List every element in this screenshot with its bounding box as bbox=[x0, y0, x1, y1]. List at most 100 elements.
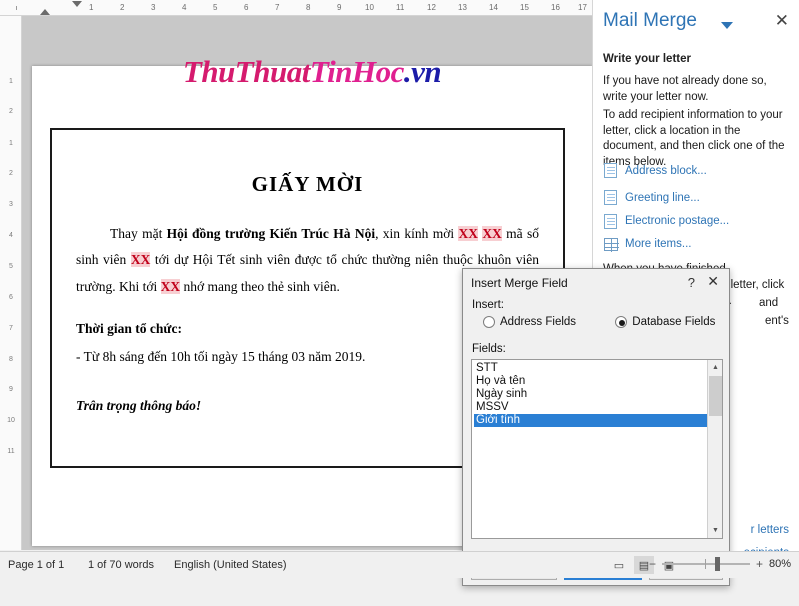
more-items-icon bbox=[604, 238, 620, 252]
radio-database-fields-dot[interactable] bbox=[615, 316, 628, 328]
watermark-part2: TinHoc bbox=[309, 54, 405, 89]
scroll-down-icon[interactable]: ▼ bbox=[708, 523, 723, 538]
pane-bottom-link-1[interactable]: r letters bbox=[751, 524, 789, 536]
address-block-icon bbox=[604, 163, 620, 178]
merge-field-3[interactable]: XX bbox=[130, 252, 151, 268]
status-bar: Page 1 of 1 1 of 70 words English (Unite… bbox=[0, 551, 799, 578]
para-post: nhớ mang theo thẻ sinh viên. bbox=[180, 278, 340, 294]
ruler-tick: 15 bbox=[520, 3, 529, 12]
pane-link-more-items[interactable]: More items... bbox=[625, 237, 795, 252]
status-language[interactable]: English (United States) bbox=[174, 559, 287, 571]
watermark-part1: ThuThuat bbox=[182, 54, 310, 89]
merge-field-1[interactable]: XX bbox=[458, 225, 478, 241]
pane-obscured-text-3: ent's bbox=[765, 315, 789, 327]
pane-link-greeting-line[interactable]: Greeting line... bbox=[625, 191, 795, 206]
ruler-tick: 9 bbox=[337, 3, 342, 12]
zoom-control: − + 80% bbox=[649, 557, 791, 571]
zoom-in-button[interactable]: + bbox=[756, 557, 763, 571]
ruler-tick: 3 bbox=[151, 3, 156, 12]
zoom-slider-knob[interactable] bbox=[714, 557, 720, 571]
ruler-tick: 10 bbox=[365, 3, 374, 12]
scroll-up-icon[interactable]: ▲ bbox=[708, 360, 723, 375]
vruler-tick: 3 bbox=[9, 201, 13, 208]
dialog-titlebar[interactable]: Insert Merge Field ? ✕ bbox=[463, 269, 729, 297]
status-page[interactable]: Page 1 of 1 bbox=[8, 559, 64, 571]
ruler-tick: 11 bbox=[396, 3, 405, 12]
ruler-tick: 6 bbox=[244, 3, 249, 12]
fields-label: Fields: bbox=[472, 343, 506, 355]
para-pre: Thay mặt bbox=[110, 225, 167, 241]
radio-database-fields[interactable]: Database Fields bbox=[615, 316, 715, 328]
pane-link-electronic-postage[interactable]: Electronic postage... bbox=[625, 214, 795, 229]
dialog-close-icon[interactable]: ✕ bbox=[707, 273, 719, 289]
watermark-part3: .vn bbox=[403, 54, 442, 89]
document-title: GIẤY MỜI bbox=[251, 172, 364, 196]
fields-listbox[interactable]: STT Họ và tên Ngày sinh MSSV Giới tính ▲… bbox=[471, 359, 723, 539]
merge-field-4[interactable]: XX bbox=[160, 278, 181, 294]
ruler-tick: 2 bbox=[120, 3, 125, 12]
ruler-tick: 12 bbox=[427, 3, 436, 12]
vruler-tick: 11 bbox=[7, 448, 15, 455]
insert-source-radio-group: Address Fields Database Fields bbox=[483, 316, 723, 332]
scrollbar-thumb[interactable] bbox=[709, 376, 722, 416]
first-line-indent-marker[interactable] bbox=[72, 1, 82, 7]
ruler-tick: 13 bbox=[458, 3, 467, 12]
vruler-tick: 6 bbox=[9, 294, 13, 301]
vruler-tick: 1 bbox=[9, 78, 13, 85]
list-item-selected[interactable]: Giới tính bbox=[474, 414, 707, 427]
read-mode-icon[interactable]: ▭ bbox=[609, 556, 629, 574]
ruler-tick: 8 bbox=[306, 3, 311, 12]
status-words[interactable]: 1 of 70 words bbox=[88, 559, 154, 571]
ruler-tick: 5 bbox=[213, 3, 218, 12]
list-item[interactable]: STT bbox=[474, 362, 707, 375]
pane-title: Mail Merge bbox=[603, 10, 697, 31]
vruler-tick: 2 bbox=[9, 108, 13, 115]
vruler-tick: 7 bbox=[9, 325, 13, 332]
zoom-slider[interactable] bbox=[661, 557, 750, 571]
radio-address-fields-dot[interactable] bbox=[483, 316, 495, 328]
pane-section-heading: Write your letter bbox=[603, 53, 691, 65]
greeting-line-icon bbox=[604, 190, 620, 205]
vruler-tick: 1 bbox=[9, 140, 13, 147]
ruler-tick: 4 bbox=[182, 3, 187, 12]
merge-field-2[interactable]: XX bbox=[482, 225, 502, 241]
list-item[interactable]: Họ và tên bbox=[474, 375, 707, 388]
insert-label: Insert: bbox=[472, 299, 504, 311]
para-mid1: , xin kính mời bbox=[375, 225, 459, 241]
vruler-tick: 10 bbox=[7, 417, 15, 424]
radio-address-fields-label: Address Fields bbox=[500, 316, 577, 328]
pane-obscured-text-2: and bbox=[759, 297, 779, 309]
help-icon[interactable]: ? bbox=[688, 275, 695, 290]
radio-database-fields-label: Database Fields bbox=[632, 316, 716, 328]
ruler-tick: 7 bbox=[275, 3, 280, 12]
left-indent-marker[interactable] bbox=[40, 9, 50, 15]
ruler-tick: 1 bbox=[89, 3, 94, 12]
fields-scrollbar[interactable]: ▲ ▼ bbox=[707, 360, 722, 538]
vruler-tick: 9 bbox=[9, 386, 13, 393]
radio-address-fields[interactable]: Address Fields bbox=[483, 316, 576, 328]
para-bold-org: Hội đồng trường Kiến Trúc Hà Nội bbox=[166, 225, 376, 241]
vruler-tick: 2 bbox=[9, 170, 13, 177]
pane-help-text-1: If you have not already done so, write y… bbox=[603, 75, 767, 103]
watermark: ThuThuatTinHoc.vn bbox=[32, 54, 592, 90]
zoom-level[interactable]: 80% bbox=[769, 558, 791, 570]
ruler-tick: 14 bbox=[489, 3, 498, 12]
zoom-out-button[interactable]: − bbox=[649, 557, 656, 571]
pane-help-text-2: To add recipient information to your let… bbox=[603, 109, 785, 168]
word-window: 1 2 3 4 5 6 7 8 9 10 11 12 13 14 15 16 1… bbox=[0, 0, 799, 606]
close-icon[interactable]: ✕ bbox=[775, 12, 789, 29]
insert-merge-field-dialog: Insert Merge Field ? ✕ Insert: Address F… bbox=[462, 268, 730, 586]
chevron-down-icon[interactable] bbox=[721, 22, 733, 29]
vruler-tick: 4 bbox=[9, 232, 13, 239]
ruler-tick: 17 bbox=[578, 3, 587, 12]
fields-list[interactable]: STT Họ và tên Ngày sinh MSSV Giới tính bbox=[472, 360, 707, 427]
dialog-title: Insert Merge Field bbox=[471, 276, 568, 290]
list-item[interactable]: Ngày sinh bbox=[474, 388, 707, 401]
electronic-postage-icon bbox=[604, 214, 620, 229]
list-item[interactable]: MSSV bbox=[474, 401, 707, 414]
pane-link-address-block[interactable]: Address block... bbox=[625, 164, 795, 179]
vruler-tick: 8 bbox=[9, 356, 13, 363]
horizontal-ruler[interactable]: 1 2 3 4 5 6 7 8 9 10 11 12 13 14 15 16 1… bbox=[0, 0, 592, 16]
vertical-ruler[interactable]: 1 2 1 2 3 4 5 6 7 8 9 10 11 bbox=[0, 16, 22, 550]
ruler-tick: 16 bbox=[551, 3, 560, 12]
